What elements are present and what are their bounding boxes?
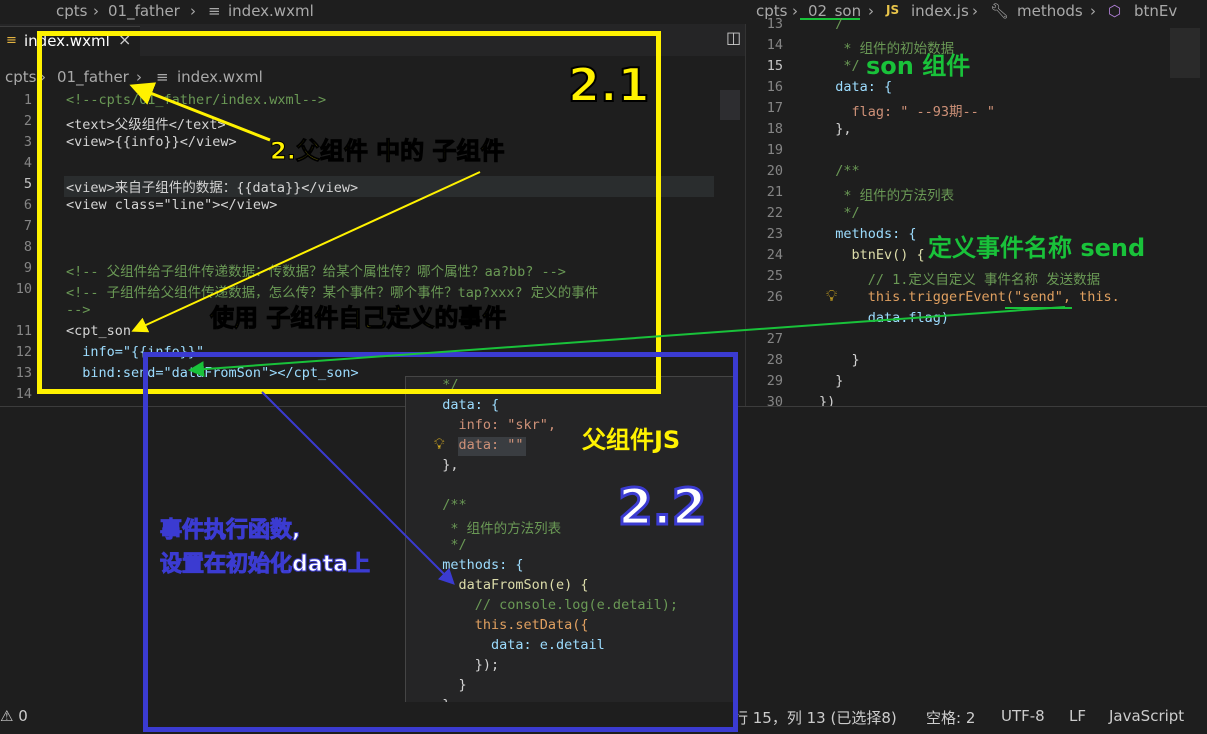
label-father-child: 2.父组件 中的 子组件: [270, 137, 506, 166]
label-2-2: 2.2: [617, 477, 709, 538]
label-handler-line2: 设置在初始化data上: [160, 552, 371, 578]
label-son-component: son 组件: [866, 52, 971, 80]
label-2-1: 2.1: [567, 57, 650, 113]
label-handler-line1: 事件执行函数,: [159, 518, 301, 544]
label-father-js: 父组件JS: [582, 426, 681, 454]
label-define-event: 定义事件名称 send: [928, 234, 1146, 262]
label-use-event: 使用 子组件自己定义的事件: [209, 304, 507, 333]
